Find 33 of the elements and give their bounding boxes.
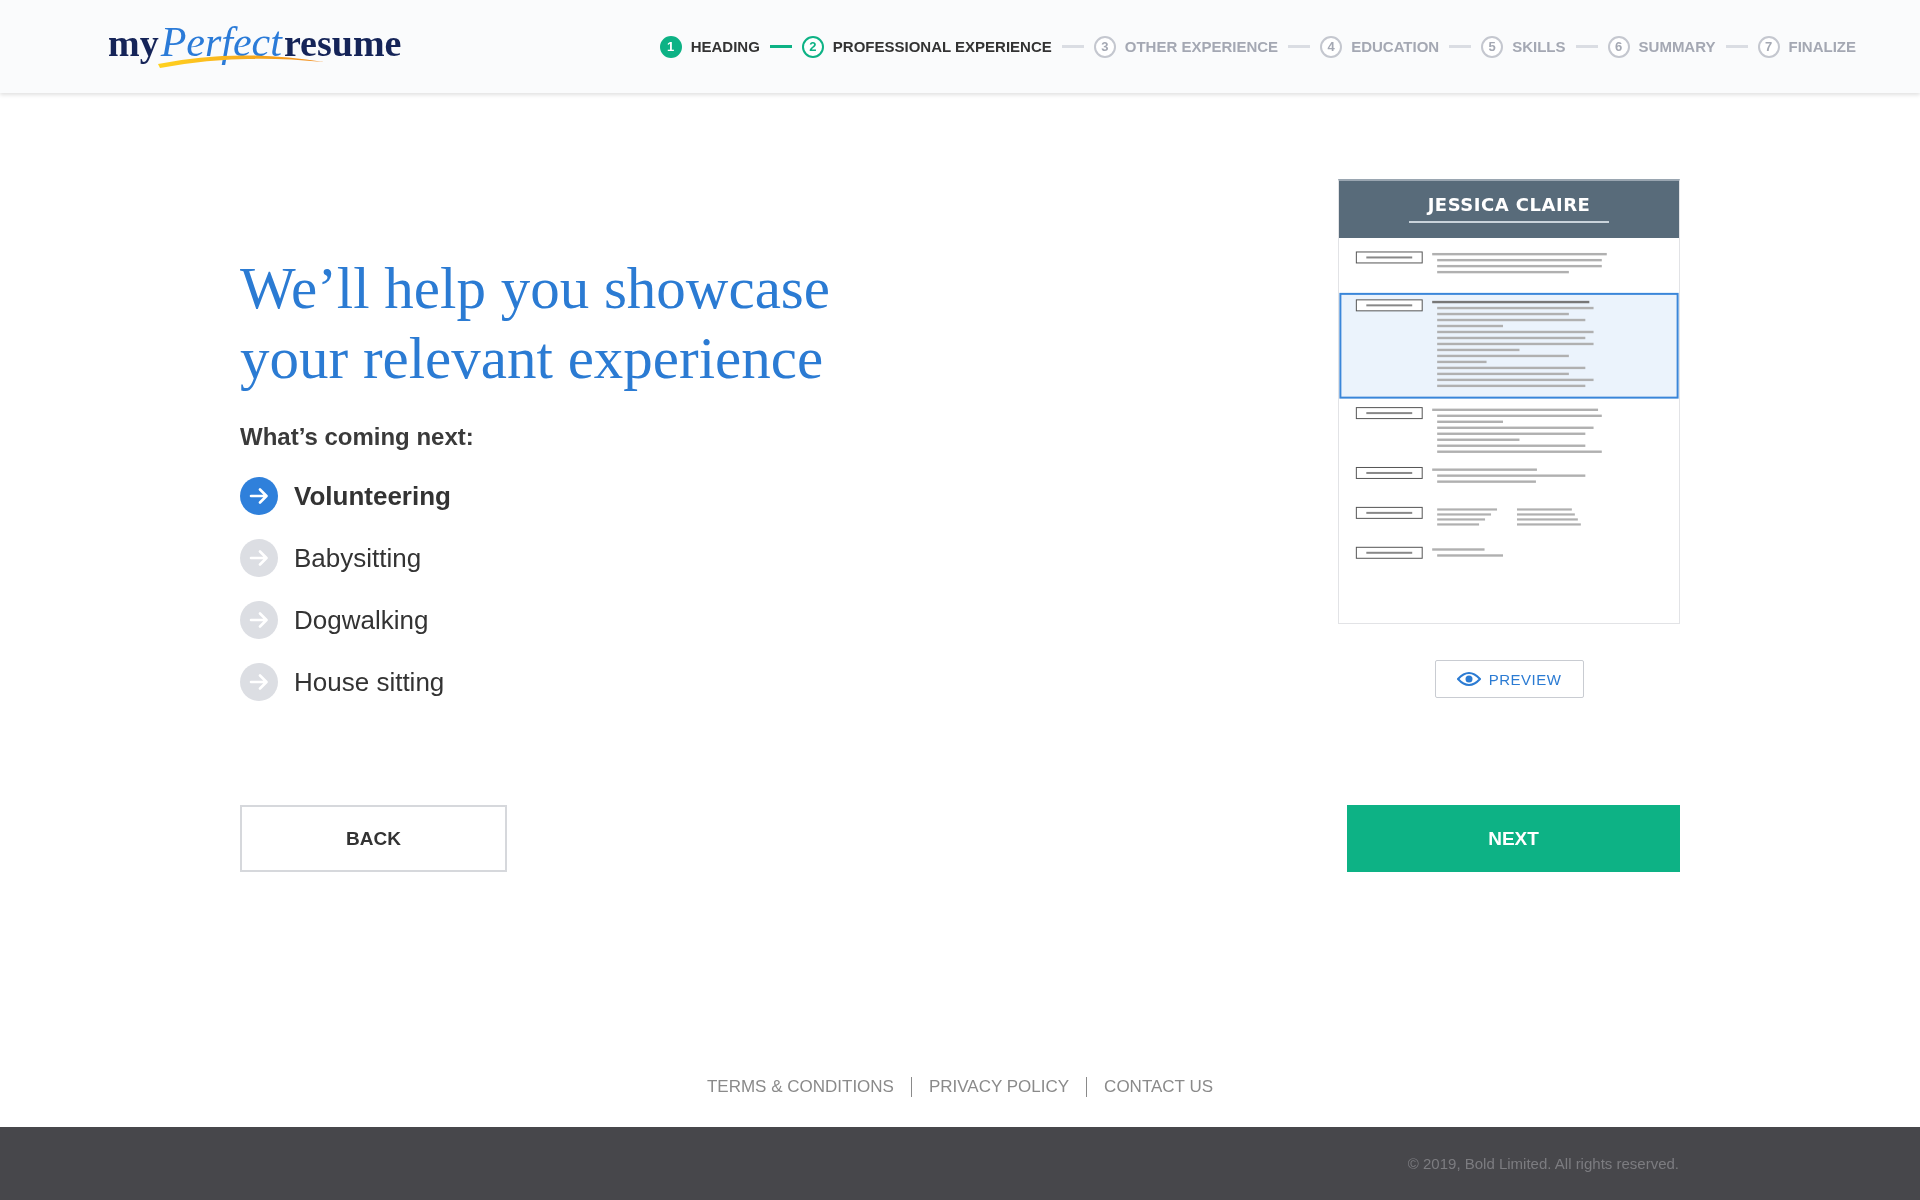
step-number: 3 — [1093, 35, 1116, 58]
step-label: HEADING — [690, 38, 760, 55]
arrow-circle-icon — [240, 663, 278, 701]
step-label: FINALIZE — [1788, 38, 1856, 55]
step-number: 7 — [1757, 35, 1780, 58]
step-label: PROFESSIONAL EXPERIENCE — [832, 38, 1052, 55]
footer-link[interactable]: CONTACT US — [1086, 1077, 1231, 1097]
upcoming-item: Dogwalking — [294, 604, 429, 636]
step-number: 1 — [659, 35, 682, 58]
preview-button[interactable]: PREVIEW — [1434, 660, 1584, 698]
step-label: SUMMARY — [1638, 38, 1716, 55]
section-title: What’s coming next: — [240, 423, 475, 451]
step-label: OTHER EXPERIENCE — [1124, 38, 1279, 55]
step-number: 2 — [801, 35, 824, 58]
upcoming-item: Babysitting — [294, 542, 422, 574]
upcoming-item: House sitting — [294, 666, 445, 698]
arrow-circle-icon — [240, 477, 278, 515]
step-number: 6 — [1607, 35, 1630, 58]
step-number: 5 — [1481, 35, 1504, 58]
eye-icon — [1456, 671, 1481, 687]
step-label: EDUCATION — [1351, 38, 1440, 55]
logo[interactable]: myPerfectresume — [108, 17, 402, 76]
arrow-circle-icon — [240, 601, 278, 639]
arrow-circle-icon — [240, 539, 278, 577]
headline: We’ll help you showcase your relevant experience — [240, 254, 831, 393]
next-button[interactable]: NEXT — [1347, 805, 1680, 872]
step-label: SKILLS — [1512, 38, 1566, 55]
resume-name: JESSICA CLAIRE — [1427, 194, 1591, 216]
step-number: 4 — [1320, 35, 1343, 58]
back-button[interactable]: BACK — [240, 805, 507, 872]
footer-link[interactable]: PRIVACY POLICY — [910, 1077, 1087, 1097]
upcoming-item: Volunteering — [294, 480, 451, 512]
footer-link[interactable]: TERMS & CONDITIONS — [689, 1077, 911, 1097]
